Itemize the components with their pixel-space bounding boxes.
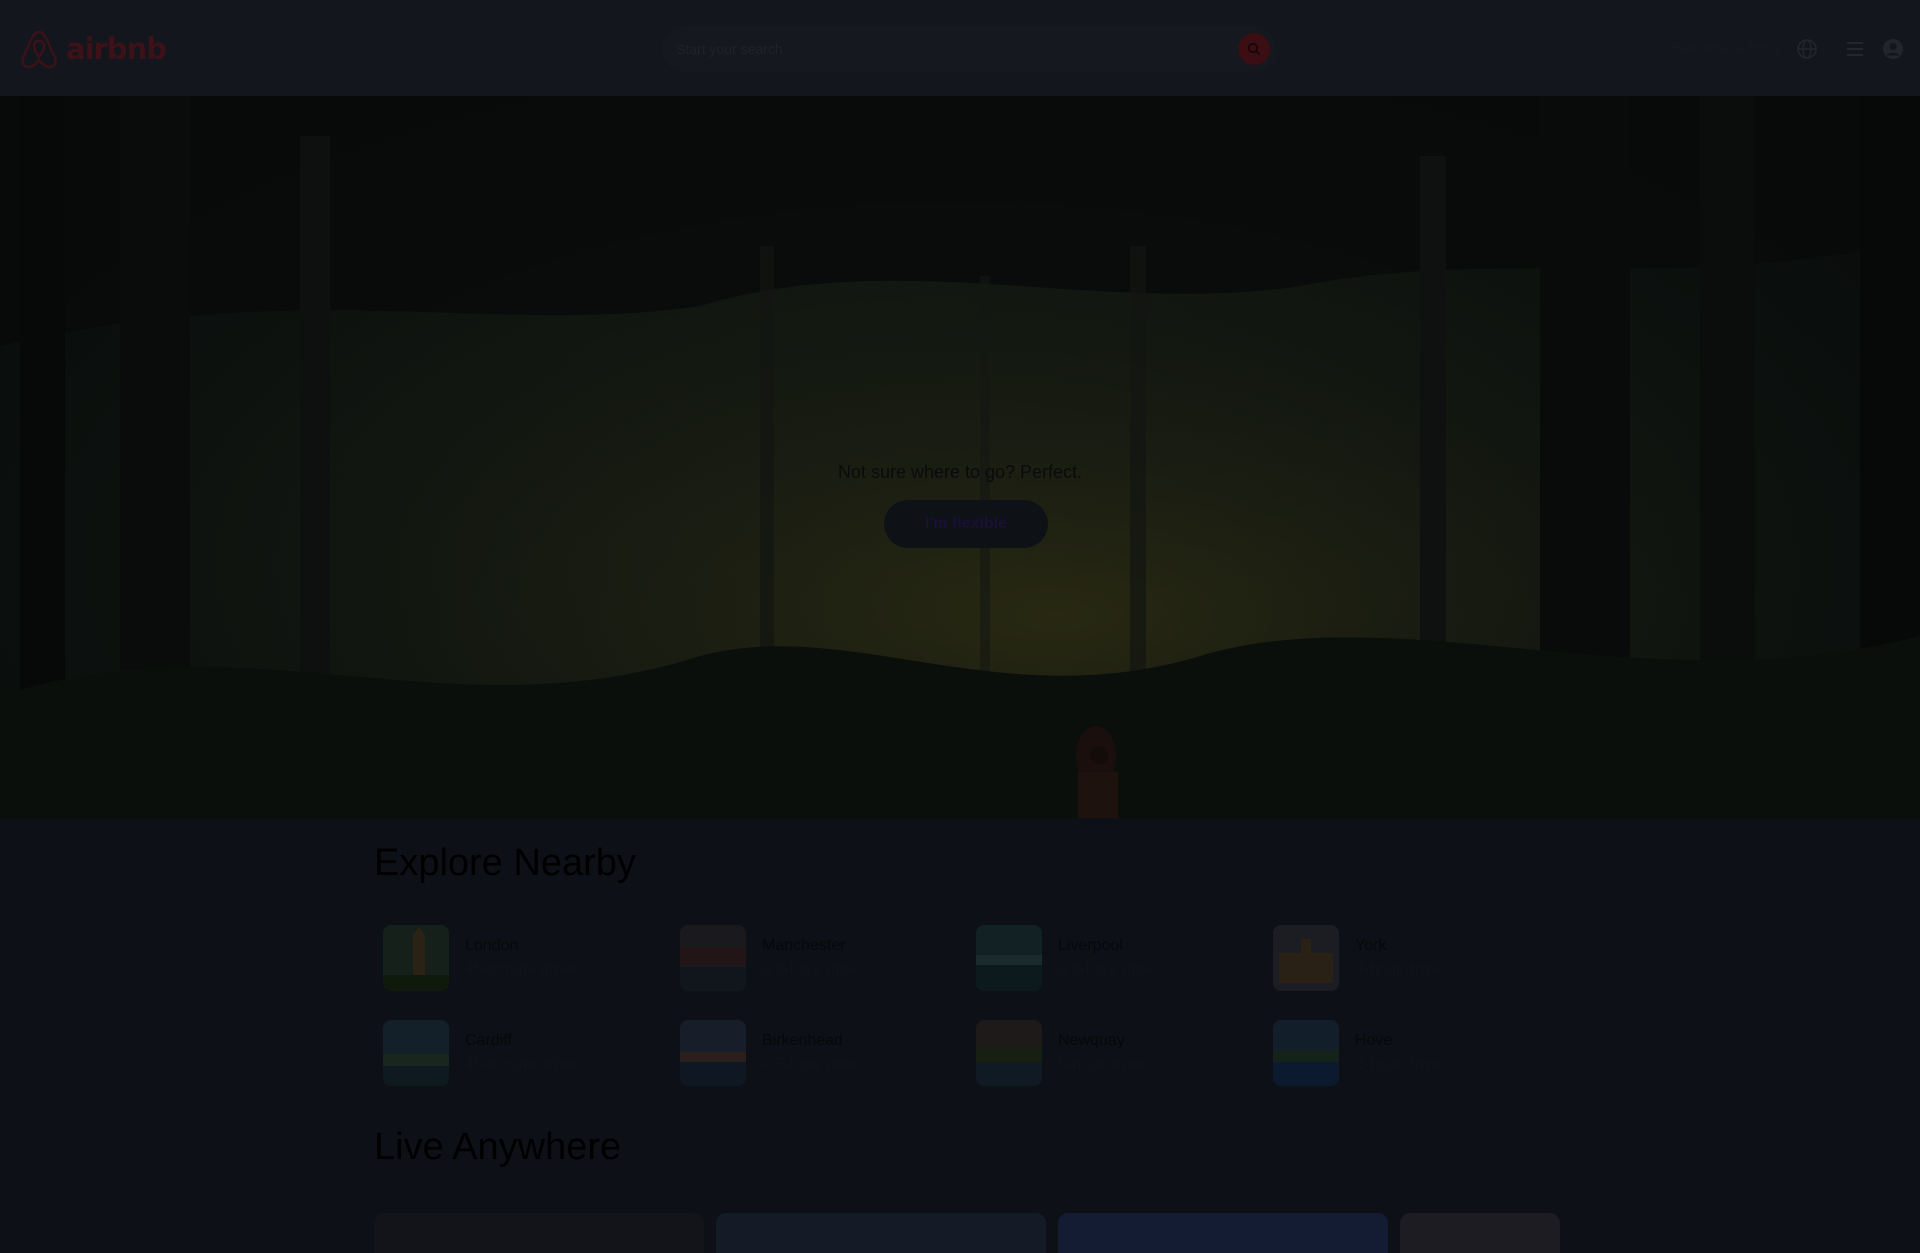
user-avatar-icon (1883, 39, 1903, 59)
nearby-drive-time: 45-minute drive (465, 961, 576, 978)
london-thumbnail (383, 925, 449, 991)
nearby-drive-time: 2-hour drive (1355, 1056, 1441, 1073)
im-flexible-button[interactable]: I'm flexible (884, 500, 1048, 548)
nearby-drive-time: 6-hour drive (1058, 1056, 1144, 1073)
nearby-city: Birkenhead (762, 1032, 843, 1049)
become-a-host-link[interactable]: Become a host (1672, 40, 1779, 58)
menu-icon (1847, 42, 1863, 56)
nearby-item-cardiff[interactable]: Cardiff 45-minute drive (383, 1020, 673, 1086)
birkenhead-thumbnail (680, 1020, 746, 1086)
nearby-city: York (1355, 937, 1387, 954)
nearby-item-liverpool[interactable]: Liverpool 4.5-hour drive (976, 925, 1266, 991)
nearby-drive-time: 4.5-hour drive (1058, 961, 1157, 978)
search-button[interactable] (1238, 33, 1270, 65)
nearby-city: Liverpool (1058, 937, 1123, 954)
manchester-thumbnail (680, 925, 746, 991)
nearby-item-york[interactable]: York 4-hour drive (1273, 925, 1563, 991)
nearby-city: Hove (1355, 1032, 1393, 1049)
nearby-item-newquay[interactable]: Newquay 6-hour drive (976, 1020, 1266, 1086)
search-icon (1247, 42, 1261, 56)
airbnb-logo-icon (21, 30, 57, 69)
nearby-city: Manchester (762, 937, 846, 954)
nearby-item-manchester[interactable]: Manchester 4.5-hour drive (680, 925, 970, 991)
explore-nearby-title: Explore Nearby (374, 842, 636, 884)
nearby-drive-time: 4.5-hour drive (762, 1056, 861, 1073)
live-anywhere-card[interactable] (716, 1213, 1046, 1253)
user-menu-button[interactable] (1836, 30, 1906, 68)
nearby-city: Newquay (1058, 1032, 1125, 1049)
live-anywhere-card[interactable] (374, 1213, 704, 1253)
logo-text: airbnb (66, 32, 167, 66)
nearby-item-birkenhead[interactable]: Birkenhead 4.5-hour drive (680, 1020, 970, 1086)
hero-banner: Not sure where to go? Perfect. I'm flexi… (0, 96, 1920, 818)
hero-tagline: Not sure where to go? Perfect. (837, 462, 1083, 482)
york-thumbnail (1273, 925, 1339, 991)
nearby-drive-time: 4.5-hour drive (762, 961, 861, 978)
live-anywhere-title: Live Anywhere (374, 1126, 622, 1168)
search-bar[interactable]: Start your search (662, 26, 1276, 72)
nearby-city: London (465, 937, 519, 954)
cardiff-thumbnail (383, 1020, 449, 1086)
nearby-drive-time: 4-hour drive (1355, 961, 1441, 978)
hove-thumbnail (1273, 1020, 1339, 1086)
liverpool-thumbnail (976, 925, 1042, 991)
forest-hero-image (0, 96, 1920, 818)
nearby-city: Cardiff (465, 1032, 512, 1049)
live-anywhere-card[interactable] (1400, 1213, 1560, 1253)
search-placeholder: Start your search (676, 41, 783, 57)
nearby-item-hove[interactable]: Hove 2-hour drive (1273, 1020, 1563, 1086)
top-navigation: airbnb Start your search Become a host (0, 0, 1920, 96)
nearby-item-london[interactable]: London 45-minute drive (383, 925, 673, 991)
airbnb-logo[interactable]: airbnb (18, 28, 167, 70)
newquay-thumbnail (976, 1020, 1042, 1086)
nearby-drive-time: 45-minute drive (465, 1056, 576, 1073)
live-anywhere-card[interactable] (1058, 1213, 1388, 1253)
globe-icon[interactable] (1796, 38, 1818, 60)
